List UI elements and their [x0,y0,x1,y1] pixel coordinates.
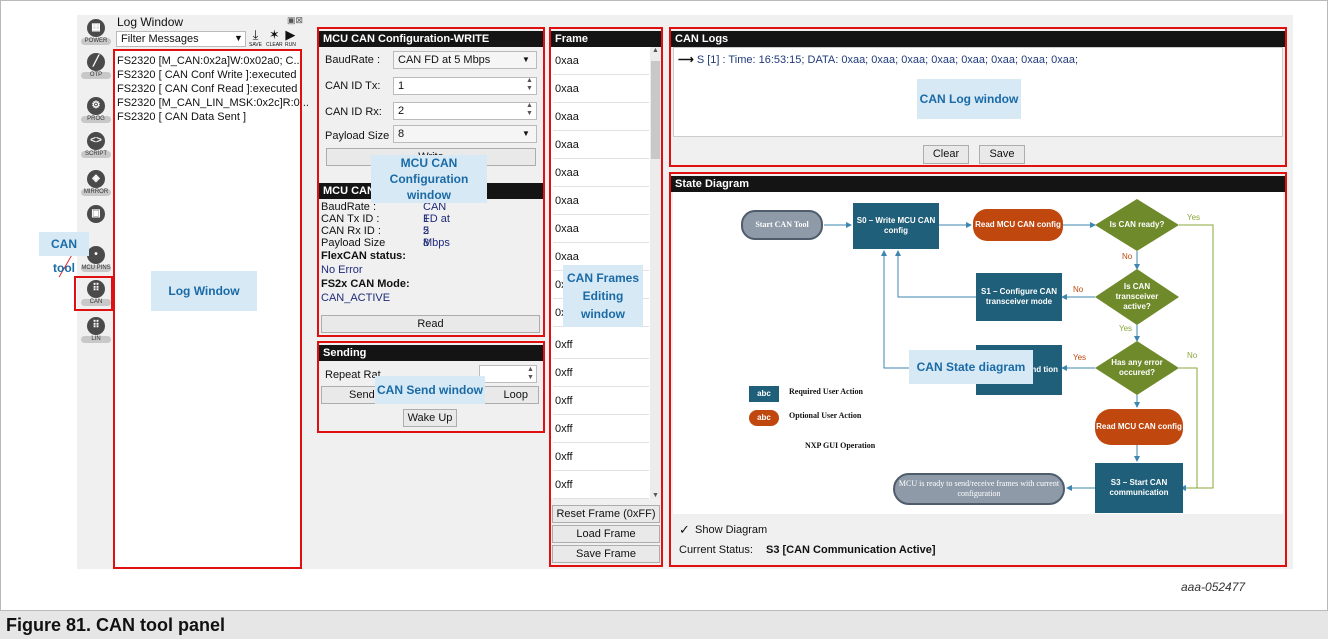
callout-config-window: MCU CAN Configuration window [371,155,487,203]
callout-state-diagram: CAN State diagram [909,350,1033,384]
callout-frames-window: CAN Frames Editing window [563,265,643,327]
figure-caption: Figure 81. CAN tool panel [0,611,1328,639]
figure-frame: ▦ POWER ╱ OTP ⚙ PROG <> SCRIPT ◈ MIRROR ▣ • MC… [0,0,1328,611]
callout-can-tool: CAN tool [39,232,89,275]
callout-log-view: CAN Log window [917,79,1021,119]
callout-send-window: CAN Send window [375,376,485,404]
figure-code: aaa-052477 [1181,580,1246,594]
callout-log-window: Log Window [151,271,257,311]
